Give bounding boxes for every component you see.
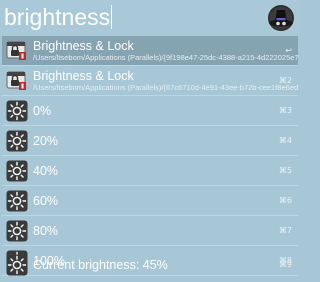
result-title: Current brightness: 45% [33, 257, 168, 272]
result-subtitle: /Users/ltsebom/Applications (Parallels)/… [33, 82, 298, 92]
result-title: 20% [33, 133, 59, 148]
result-shortcut: ⌘5 [278, 166, 292, 175]
sun-icon [6, 190, 28, 212]
result-shortcut: ⌘6 [278, 196, 292, 205]
sun-icon [6, 160, 28, 182]
result-title: 0% [33, 103, 52, 118]
result-title: 60% [33, 193, 59, 208]
result-subtitle: /Users/ltsebom/Applications (Parallels)/… [33, 52, 298, 62]
sun-icon [6, 130, 28, 152]
alfred-hat-icon[interactable] [266, 2, 296, 32]
lock-app-icon [6, 70, 28, 92]
search-input[interactable]: brightness [4, 1, 254, 33]
result-row-7[interactable]: 80% ⌘7 [2, 216, 298, 245]
result-title: 40% [33, 163, 59, 178]
sun-icon [6, 100, 28, 122]
result-row-3[interactable]: 0% ⌘3 [2, 96, 298, 125]
result-row-1[interactable]: Brightness & Lock /Users/ltsebom/Applica… [2, 36, 298, 65]
result-shortcut: ⌘4 [278, 136, 292, 145]
result-shortcut: ⌘7 [278, 226, 292, 235]
return-shortcut: ↩ [285, 46, 292, 55]
result-row-5[interactable]: 40% ⌘5 [2, 156, 298, 185]
sun-icon [6, 220, 28, 242]
result-row-6[interactable]: 60% ⌘6 [2, 186, 298, 215]
result-shortcut: ⌘9 [278, 260, 292, 269]
result-title: 80% [33, 223, 59, 238]
result-shortcut: ⌘2 [278, 76, 292, 85]
result-title: Brightness & Lock [33, 39, 134, 53]
text-caret [111, 5, 113, 29]
result-row-current-brightness[interactable]: Current brightness: 45% ⌘9 [2, 250, 298, 279]
result-title: Brightness & Lock [33, 69, 134, 83]
sun-icon [6, 254, 28, 276]
result-row-2[interactable]: Brightness & Lock /Users/ltsebom/Applica… [2, 66, 298, 95]
search-query: brightness [4, 4, 111, 30]
lock-app-icon [6, 40, 28, 62]
result-row-4[interactable]: 20% ⌘4 [2, 126, 298, 155]
search-bar: brightness [0, 0, 300, 35]
result-shortcut: ⌘3 [278, 106, 292, 115]
